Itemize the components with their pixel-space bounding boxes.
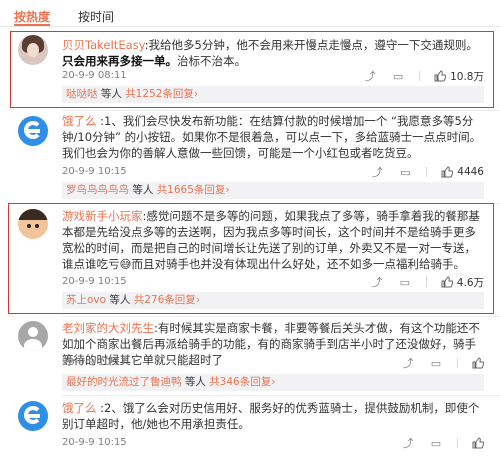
comment-text: 饿了么 :1、我们会尽快发布新功能：在结算付款的时候增加一个 “我愿意多等5分钟… (62, 114, 482, 160)
comment-username[interactable]: 饿了么 (62, 114, 97, 128)
reply-summary[interactable]: 最好的时光流过了鲁迪鸭 等人 共346条回复› (62, 374, 484, 391)
comment-actions: ⤴ ▭ (387, 355, 484, 371)
like-icon[interactable] (472, 437, 484, 449)
avatar[interactable] (18, 321, 48, 351)
divider (62, 395, 500, 396)
comment-time: 20-9-9 10:15 (62, 166, 127, 177)
divider (62, 316, 500, 317)
comment-username[interactable]: 饿了么 (62, 401, 97, 415)
comment-icon[interactable]: ▭ (429, 437, 443, 450)
share-icon[interactable]: ⤴ (370, 164, 384, 180)
tab-time[interactable]: 按时间 (78, 0, 114, 26)
comment-time: 20-9-9 10:15 (62, 437, 127, 448)
avatar[interactable] (18, 401, 48, 431)
comment-icon[interactable]: ▭ (398, 166, 412, 179)
comment-username[interactable]: 老刘家的大刘先生 (62, 321, 154, 335)
like-count: 4446 (457, 166, 484, 178)
avatar[interactable] (18, 116, 48, 146)
comment-time: 20-9-9 10:17 (62, 357, 127, 368)
comment-actions: ⤴ ▭ 4446 (356, 164, 484, 180)
comment-icon[interactable]: ▭ (429, 357, 443, 370)
reply-summary[interactable]: 罗鸟鸟鸟鸟鸟 等人 共1665条回复› (62, 182, 484, 199)
share-icon[interactable]: ⤴ (401, 435, 415, 451)
comment-text: 饿了么 :2、饿了么会对历史信用好、服务好的优秀蓝骑士，提供鼓励机制，即使个别订… (62, 401, 480, 431)
tabs-divider (0, 26, 500, 27)
divider (62, 110, 500, 111)
highlight-box (10, 31, 494, 108)
comment-actions: ⤴ ▭ (387, 435, 484, 451)
tab-hot[interactable]: 按热度 (14, 0, 51, 26)
like-icon[interactable] (472, 357, 484, 369)
sort-tabs: 按热度 按时间 (0, 0, 500, 28)
share-icon[interactable]: ⤴ (401, 355, 415, 371)
highlight-box (8, 203, 494, 314)
like-icon[interactable] (441, 166, 454, 178)
